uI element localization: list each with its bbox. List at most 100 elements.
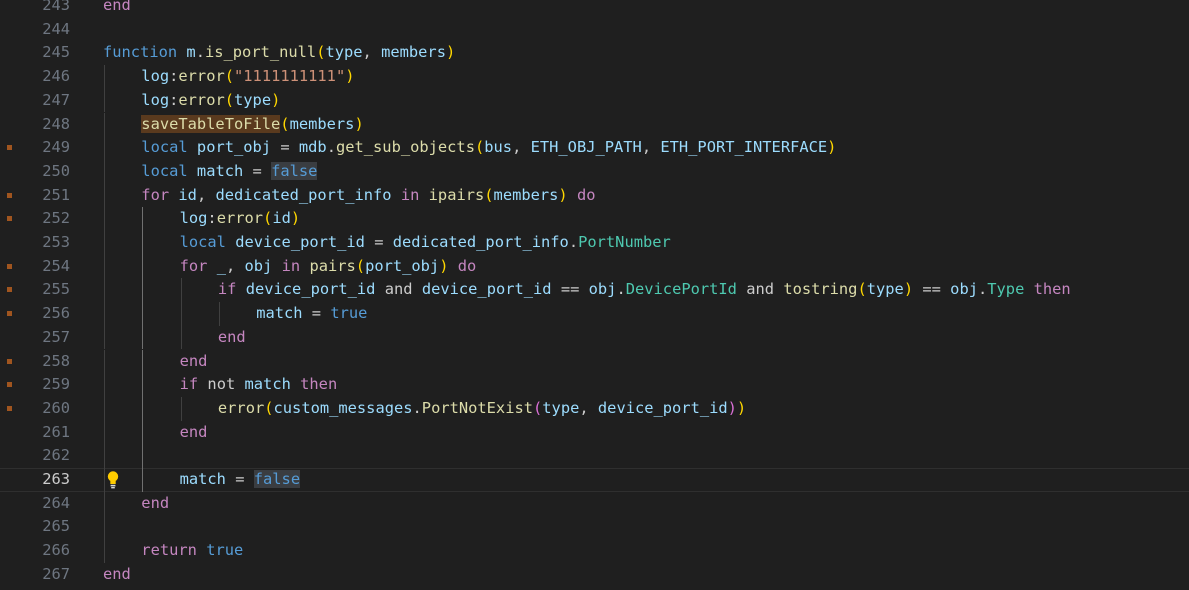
code-line[interactable]: 265	[0, 515, 1189, 540]
code-text[interactable]: for id, dedicated_port_info in ipairs(me…	[141, 184, 595, 208]
code-line[interactable]: 247 log:error(type)	[0, 88, 1189, 113]
code-token: )	[271, 90, 281, 109]
code-token: local	[179, 233, 226, 251]
code-text[interactable]: end	[180, 350, 208, 374]
code-token: mdb	[298, 138, 327, 157]
code-text[interactable]: if not match then	[180, 373, 338, 397]
code-token: obj	[950, 280, 978, 299]
indent-guide	[104, 325, 105, 350]
code-line[interactable]: 249 local port_obj = mdb.get_sub_objects(…	[0, 136, 1189, 160]
code-text[interactable]: end	[141, 492, 169, 516]
line-number: 264	[42, 493, 70, 512]
line-number: 257	[42, 327, 70, 346]
code-token: =	[225, 470, 254, 488]
line-number: 243	[42, 0, 70, 14]
code-token: error	[216, 209, 264, 228]
code-text[interactable]: match = true	[256, 302, 367, 326]
code-token: true	[206, 541, 244, 560]
indent-guide	[142, 468, 144, 492]
code-text[interactable]: error(custom_messages.PortNotExist(type,…	[218, 397, 746, 421]
indent-guide	[142, 254, 144, 279]
code-token: _	[216, 256, 226, 275]
code-line[interactable]: 248 saveTableToFile(members)	[0, 112, 1189, 137]
code-text[interactable]: log:error(id)	[180, 207, 301, 231]
code-token: custom_messages	[273, 398, 413, 417]
code-line[interactable]: 254 for _, obj in pairs(port_obj) do	[0, 254, 1189, 279]
code-text[interactable]: local port_obj = mdb.get_sub_objects(bus…	[141, 136, 836, 160]
code-line[interactable]: 258 end	[0, 349, 1189, 374]
modified-line-marker	[7, 263, 12, 269]
code-line[interactable]: 245 function m.is_port_null(type, members…	[0, 41, 1189, 65]
code-token: port_obj	[365, 256, 440, 275]
code-editor[interactable]: 243 end 244 245 function m.is_port_null(type…	[0, 0, 1189, 590]
code-text[interactable]: for _, obj in pairs(port_obj) do	[180, 255, 477, 279]
code-token: device_port_id	[421, 280, 552, 299]
code-line[interactable]: 259 if not match then	[0, 373, 1189, 397]
code-token: :	[169, 90, 179, 109]
code-line[interactable]: 252 log:error(id)	[0, 207, 1189, 231]
code-token: ,	[579, 398, 598, 417]
code-text[interactable]: end	[218, 326, 246, 350]
code-text[interactable]: match = false	[180, 468, 301, 492]
indent-guide	[104, 515, 105, 540]
code-text[interactable]: log:error(type)	[141, 89, 280, 113]
code-line[interactable]: 255 if device_port_id and device_port_id …	[0, 278, 1189, 303]
code-token: members	[493, 185, 559, 204]
code-line[interactable]: 251 for id, dedicated_port_info in ipairs…	[0, 183, 1189, 208]
code-text[interactable]: local device_port_id = dedicated_port_in…	[180, 231, 671, 255]
code-token: false	[271, 161, 318, 180]
code-line[interactable]: 264 end	[0, 491, 1189, 516]
line-number: 255	[42, 280, 70, 299]
code-text[interactable]: local match = false	[141, 160, 318, 184]
code-token: in	[281, 256, 301, 275]
code-token: end	[103, 0, 131, 14]
code-line[interactable]: 257 end	[0, 325, 1189, 350]
code-line[interactable]: 261 end	[0, 420, 1189, 445]
code-line[interactable]: 243 end	[0, 0, 1189, 18]
indent-guide	[142, 278, 144, 303]
code-text[interactable]: log:error("1111111111")	[141, 65, 354, 89]
line-number: 246	[42, 67, 70, 86]
code-text[interactable]: function m.is_port_null(type, members)	[103, 41, 455, 65]
code-line[interactable]: 246 log:error("1111111111")	[0, 65, 1189, 89]
code-token: end	[179, 351, 208, 370]
code-text[interactable]: end	[180, 421, 208, 445]
code-line[interactable]: 262	[0, 444, 1189, 468]
code-text[interactable]: saveTableToFile(members)	[141, 113, 364, 137]
lightbulb-icon[interactable]	[106, 470, 120, 489]
line-number: 262	[42, 446, 70, 465]
code-line[interactable]: 263 match = false	[0, 468, 1189, 492]
code-token: ,	[641, 138, 661, 157]
code-line[interactable]: 253 local device_port_id = dedicated_port…	[0, 231, 1189, 255]
line-number: 260	[42, 398, 70, 417]
code-text[interactable]: end	[103, 563, 131, 587]
code-token: (	[224, 90, 235, 109]
code-line[interactable]: 250 local match = false	[0, 159, 1189, 184]
code-token: if	[179, 375, 199, 394]
code-line[interactable]: 260 error(custom_messages.PortNotExist(ty…	[0, 396, 1189, 421]
indent-guide	[104, 420, 105, 445]
line-number: 258	[42, 351, 70, 370]
code-line[interactable]: 267 end	[0, 563, 1189, 587]
code-text[interactable]: return true	[141, 539, 243, 563]
code-line[interactable]: 244	[0, 18, 1189, 42]
code-token: bus	[484, 138, 513, 157]
code-line[interactable]: 256 match = true	[0, 302, 1189, 326]
indent-guide	[104, 65, 105, 89]
code-token: (	[263, 209, 273, 228]
code-token: device_port_id	[235, 233, 365, 251]
code-token: DevicePortId	[625, 280, 737, 299]
code-line[interactable]: 266 return true	[0, 539, 1189, 563]
indent-guide	[104, 136, 105, 160]
code-text[interactable]: if device_port_id and device_port_id == …	[218, 278, 1071, 302]
code-text[interactable]: end	[103, 0, 131, 18]
